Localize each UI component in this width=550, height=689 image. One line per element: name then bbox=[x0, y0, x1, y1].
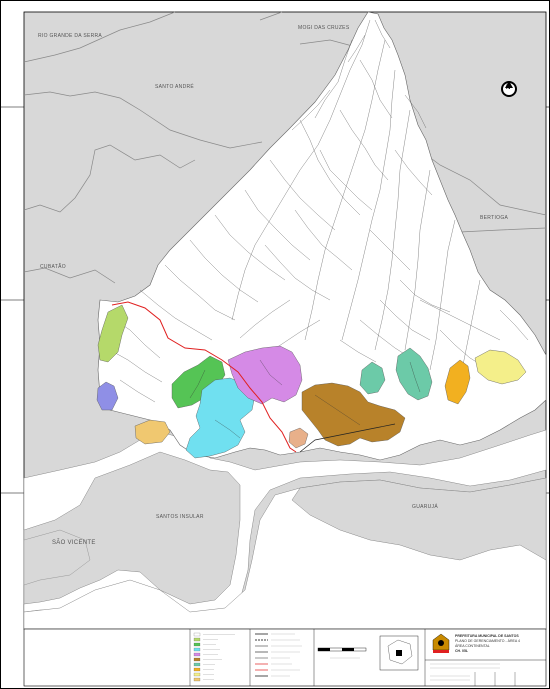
label-bertioga: BERTIOGA bbox=[480, 215, 509, 221]
label-mogi-das-cruzes: MOGI DAS CRUZES bbox=[298, 25, 350, 31]
title-line-2: PLANO DE GERENCIAMENTO - ÁREA 4 bbox=[455, 639, 520, 643]
prefeitura-logo bbox=[431, 633, 451, 653]
label-cubatao: CUBATÃO bbox=[40, 264, 66, 270]
label-santos-insular: SANTOS INSULAR bbox=[156, 514, 204, 520]
location-inset bbox=[379, 635, 419, 671]
map-sheet bbox=[0, 0, 550, 689]
title-line-1: PREFEITURA MUNICIPAL DE SANTOS bbox=[455, 634, 519, 638]
label-sao-vicente: SÃO VICENTE bbox=[52, 540, 96, 546]
label-santo-andre: SANTO ANDRÉ bbox=[155, 84, 195, 90]
north-arrow-letter: N bbox=[506, 85, 511, 91]
title-line-4: CH. 05L bbox=[455, 649, 469, 653]
label-guaruja: GUARUJÁ bbox=[412, 504, 438, 510]
title-line-3: ÁREA CONTINENTAL bbox=[455, 644, 490, 648]
label-rio-grande-da-serra: RIO GRANDE DA SERRA bbox=[38, 33, 103, 39]
